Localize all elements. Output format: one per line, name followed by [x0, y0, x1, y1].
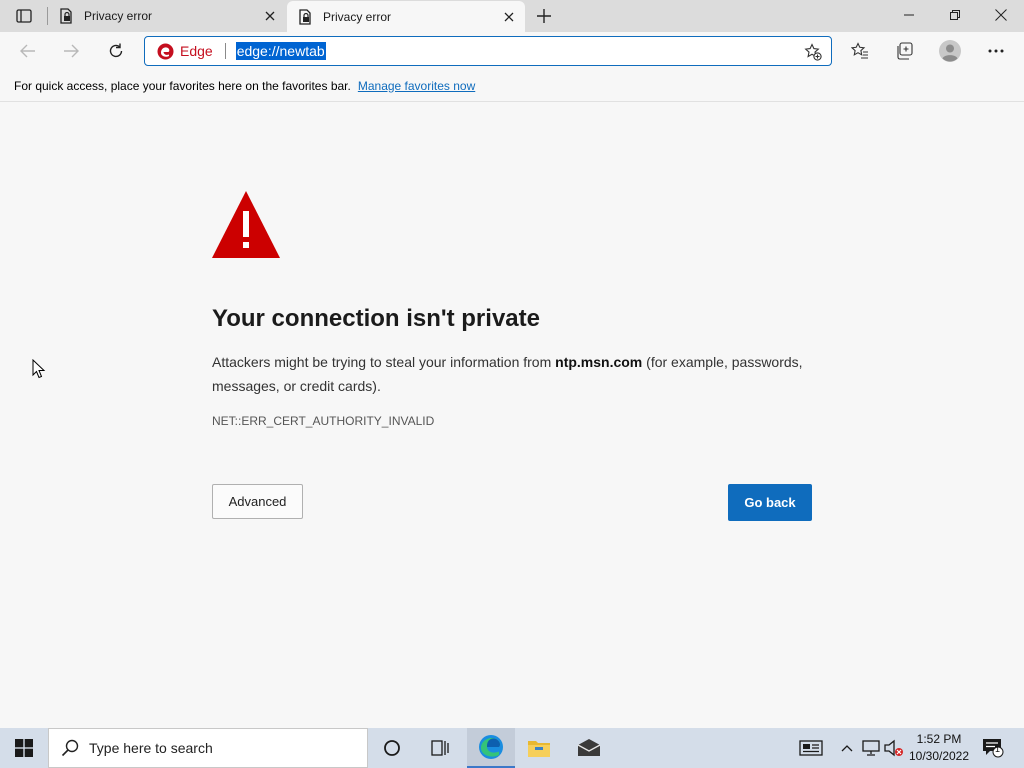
- volume-button[interactable]: [883, 728, 905, 768]
- clock-date: 10/30/2022: [908, 749, 970, 763]
- favorites-bar-message: For quick access, place your favorites h…: [14, 78, 351, 93]
- tab-actions-button[interactable]: [8, 5, 40, 27]
- taskbar-edge-app[interactable]: [467, 728, 515, 768]
- more-icon: [988, 49, 1004, 53]
- error-domain: ntp.msn.com: [555, 354, 643, 370]
- close-window-button[interactable]: [978, 0, 1024, 30]
- search-icon: [61, 739, 79, 757]
- site-label: Edge: [180, 43, 213, 59]
- clock-time: 1:52 PM: [916, 732, 962, 746]
- doc-lock-icon: [297, 8, 313, 25]
- error-page: Your connection isn't private Attackers …: [0, 103, 1024, 728]
- tab-close-button[interactable]: [259, 5, 281, 27]
- folder-icon: [528, 741, 550, 757]
- collections-button[interactable]: [890, 36, 920, 66]
- tab-privacy-error-1[interactable]: Privacy error: [48, 0, 286, 32]
- tab-actions-icon: [16, 9, 32, 23]
- collections-icon: [897, 42, 913, 60]
- cortana-icon: [384, 740, 400, 756]
- edge-warning-icon: [157, 43, 174, 59]
- start-button[interactable]: [0, 728, 48, 768]
- close-icon: [265, 11, 275, 21]
- show-hidden-icons-button[interactable]: [838, 728, 856, 768]
- close-icon: [504, 12, 514, 21]
- warning-icon: [212, 191, 280, 264]
- new-tab-button[interactable]: [532, 5, 556, 27]
- forward-button[interactable]: [56, 36, 86, 66]
- mouse-cursor-icon: [32, 358, 46, 384]
- news-icon: [799, 740, 823, 756]
- task-view-icon: [431, 740, 449, 756]
- mail-icon: [577, 739, 601, 756]
- tab-privacy-error-2[interactable]: Privacy error: [287, 1, 525, 32]
- plus-icon: [537, 9, 551, 23]
- tab-title: Privacy error: [84, 9, 153, 23]
- avatar-icon: [939, 40, 961, 62]
- address-bar[interactable]: Edge edge://newtab: [144, 36, 832, 66]
- minimize-button[interactable]: [886, 0, 932, 30]
- profile-button[interactable]: [935, 36, 965, 66]
- error-heading: Your connection isn't private: [212, 305, 540, 332]
- arrow-left-icon: [20, 44, 35, 58]
- taskbar: Type here to search 1:52 PM 10/30/2022 1: [0, 728, 1024, 768]
- taskbar-mail[interactable]: [565, 728, 613, 768]
- edge-browser-icon: [479, 735, 503, 759]
- minimize-icon: [904, 14, 914, 16]
- error-description: Attackers might be trying to steal your …: [212, 350, 812, 398]
- taskbar-clock[interactable]: 1:52 PM 10/30/2022: [905, 731, 973, 765]
- restore-icon: [950, 10, 960, 20]
- omnibox-divider: [224, 43, 226, 59]
- star-add-icon: [804, 43, 822, 61]
- site-identity[interactable]: Edge: [157, 43, 213, 60]
- favorites-bar: For quick access, place your favorites h…: [0, 70, 1024, 102]
- task-view-button[interactable]: [416, 728, 464, 768]
- tab-title: Privacy error: [323, 9, 392, 24]
- favorites-button[interactable]: [845, 36, 875, 66]
- back-button[interactable]: [13, 36, 43, 66]
- taskbar-search-box[interactable]: Type here to search: [48, 728, 368, 768]
- refresh-icon: [109, 43, 123, 58]
- refresh-button[interactable]: [101, 36, 131, 66]
- cortana-button[interactable]: [368, 728, 416, 768]
- news-widget-button[interactable]: [796, 728, 826, 768]
- settings-menu-button[interactable]: [981, 36, 1011, 66]
- tab-strip: Privacy error Privacy error: [0, 0, 1024, 32]
- error-code[interactable]: NET::ERR_CERT_AUTHORITY_INVALID: [212, 414, 434, 428]
- manage-favorites-link[interactable]: Manage favorites now: [358, 79, 475, 93]
- close-icon: [995, 9, 1007, 21]
- network-icon: [862, 740, 880, 756]
- url-text[interactable]: edge://newtab: [235, 42, 326, 60]
- chevron-up-icon: [841, 745, 853, 752]
- tab-close-button[interactable]: [498, 6, 520, 28]
- add-favorite-button[interactable]: [803, 42, 823, 62]
- arrow-right-icon: [64, 44, 79, 58]
- favorites-icon: [851, 42, 868, 59]
- go-back-button[interactable]: Go back: [728, 484, 812, 521]
- notifications-button[interactable]: 1: [979, 728, 1007, 768]
- network-button[interactable]: [860, 728, 882, 768]
- search-placeholder: Type here to search: [89, 740, 213, 756]
- volume-muted-icon: [884, 739, 903, 757]
- toolbar: Edge edge://newtab: [0, 32, 1024, 70]
- windows-logo-icon: [15, 739, 33, 757]
- restore-button[interactable]: [932, 0, 978, 30]
- taskbar-file-explorer[interactable]: [515, 728, 563, 768]
- notification-center-icon: [983, 739, 1004, 758]
- notification-count: 1: [995, 744, 1001, 754]
- doc-lock-icon: [58, 8, 74, 24]
- advanced-button[interactable]: Advanced: [212, 484, 303, 519]
- description-prefix: Attackers might be trying to steal your …: [212, 354, 556, 370]
